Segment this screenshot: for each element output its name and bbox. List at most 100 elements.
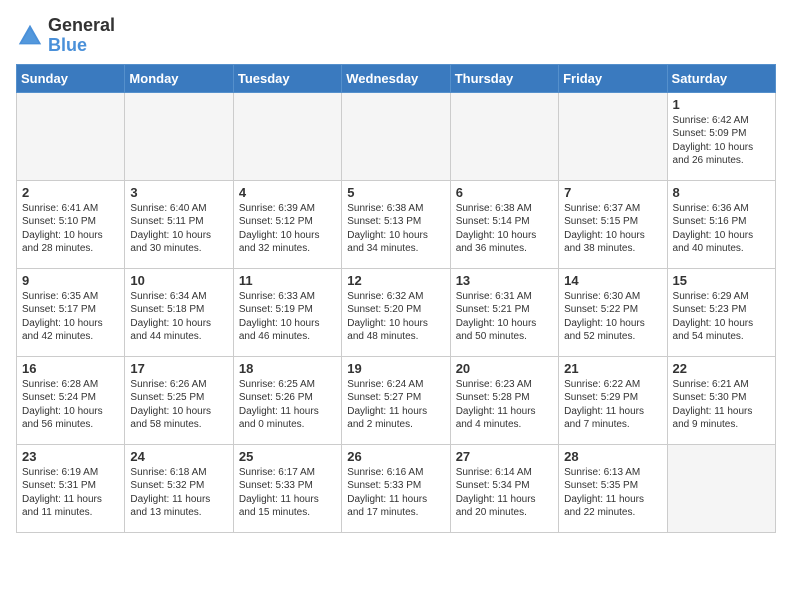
calendar-cell	[17, 92, 125, 180]
day-number: 12	[347, 273, 444, 288]
day-number: 21	[564, 361, 661, 376]
day-info: Sunrise: 6:29 AM Sunset: 5:23 PM Dayligh…	[673, 290, 770, 344]
logo-text: General Blue	[48, 16, 115, 56]
calendar-cell	[559, 92, 667, 180]
weekday-header-friday: Friday	[559, 64, 667, 92]
day-number: 28	[564, 449, 661, 464]
day-number: 18	[239, 361, 336, 376]
calendar-cell: 6 Sunrise: 6:38 AM Sunset: 5:14 PM Daylig…	[450, 180, 558, 268]
weekday-header-tuesday: Tuesday	[233, 64, 341, 92]
calendar-cell	[450, 92, 558, 180]
calendar-cell: 8 Sunrise: 6:36 AM Sunset: 5:16 PM Daylig…	[667, 180, 775, 268]
day-number: 13	[456, 273, 553, 288]
calendar-cell: 19Sunrise: 6:24 AM Sunset: 5:27 PM Dayli…	[342, 356, 450, 444]
day-info: Sunrise: 6:18 AM Sunset: 5:32 PM Dayligh…	[130, 466, 227, 520]
logo: General Blue	[16, 16, 115, 56]
weekday-header-sunday: Sunday	[17, 64, 125, 92]
day-number: 10	[130, 273, 227, 288]
calendar-cell: 13 Sunrise: 6:31 AM Sunset: 5:21 PM Dayli…	[450, 268, 558, 356]
week-row-1: 1Sunrise: 6:42 AM Sunset: 5:09 PM Daylig…	[17, 92, 776, 180]
day-number: 20	[456, 361, 553, 376]
day-number: 23	[22, 449, 119, 464]
weekday-header-wednesday: Wednesday	[342, 64, 450, 92]
week-row-4: 16 Sunrise: 6:28 AM Sunset: 5:24 PM Dayli…	[17, 356, 776, 444]
day-number: 2	[22, 185, 119, 200]
calendar-cell: 12 Sunrise: 6:32 AM Sunset: 5:20 PM Dayli…	[342, 268, 450, 356]
week-row-3: 9Sunrise: 6:35 AM Sunset: 5:17 PM Daylig…	[17, 268, 776, 356]
day-info: Sunrise: 6:32 AM Sunset: 5:20 PM Dayligh…	[347, 290, 444, 344]
calendar-cell	[342, 92, 450, 180]
day-info: Sunrise: 6:31 AM Sunset: 5:21 PM Dayligh…	[456, 290, 553, 344]
day-number: 3	[130, 185, 227, 200]
day-number: 5	[347, 185, 444, 200]
calendar-cell: 2 Sunrise: 6:41 AM Sunset: 5:10 PM Daylig…	[17, 180, 125, 268]
day-number: 4	[239, 185, 336, 200]
day-info: Sunrise: 6:42 AM Sunset: 5:09 PM Dayligh…	[673, 114, 770, 168]
calendar-cell: 24 Sunrise: 6:18 AM Sunset: 5:32 PM Dayli…	[125, 444, 233, 532]
calendar-cell: 10 Sunrise: 6:34 AM Sunset: 5:18 PM Dayli…	[125, 268, 233, 356]
day-info: Sunrise: 6:33 AM Sunset: 5:19 PM Dayligh…	[239, 290, 336, 344]
calendar-cell: 28 Sunrise: 6:13 AM Sunset: 5:35 PM Dayli…	[559, 444, 667, 532]
calendar-cell: 16 Sunrise: 6:28 AM Sunset: 5:24 PM Dayli…	[17, 356, 125, 444]
day-info: Sunrise: 6:40 AM Sunset: 5:11 PM Dayligh…	[130, 202, 227, 256]
calendar-cell	[667, 444, 775, 532]
day-number: 22	[673, 361, 770, 376]
weekday-header-monday: Monday	[125, 64, 233, 92]
page-header: General Blue	[16, 16, 776, 56]
day-info: Sunrise: 6:22 AM Sunset: 5:29 PM Dayligh…	[564, 378, 661, 432]
day-number: 11	[239, 273, 336, 288]
calendar-cell: 17 Sunrise: 6:26 AM Sunset: 5:25 PM Dayli…	[125, 356, 233, 444]
day-info: Sunrise: 6:39 AM Sunset: 5:12 PM Dayligh…	[239, 202, 336, 256]
day-number: 24	[130, 449, 227, 464]
calendar-header-row: SundayMondayTuesdayWednesdayThursdayFrid…	[17, 64, 776, 92]
day-info: Sunrise: 6:38 AM Sunset: 5:13 PM Dayligh…	[347, 202, 444, 256]
day-info: Sunrise: 6:24 AM Sunset: 5:27 PM Dayligh…	[347, 378, 444, 432]
calendar-cell	[125, 92, 233, 180]
day-number: 17	[130, 361, 227, 376]
calendar-cell: 20 Sunrise: 6:23 AM Sunset: 5:28 PM Dayli…	[450, 356, 558, 444]
calendar-cell: 25Sunrise: 6:17 AM Sunset: 5:33 PM Dayli…	[233, 444, 341, 532]
calendar-cell: 7Sunrise: 6:37 AM Sunset: 5:15 PM Daylig…	[559, 180, 667, 268]
weekday-header-thursday: Thursday	[450, 64, 558, 92]
day-info: Sunrise: 6:16 AM Sunset: 5:33 PM Dayligh…	[347, 466, 444, 520]
day-number: 8	[673, 185, 770, 200]
logo-icon	[16, 22, 44, 50]
day-info: Sunrise: 6:19 AM Sunset: 5:31 PM Dayligh…	[22, 466, 119, 520]
day-info: Sunrise: 6:37 AM Sunset: 5:15 PM Dayligh…	[564, 202, 661, 256]
calendar-table: SundayMondayTuesdayWednesdayThursdayFrid…	[16, 64, 776, 533]
calendar-cell: 11 Sunrise: 6:33 AM Sunset: 5:19 PM Dayli…	[233, 268, 341, 356]
weekday-header-saturday: Saturday	[667, 64, 775, 92]
calendar-cell: 23 Sunrise: 6:19 AM Sunset: 5:31 PM Dayli…	[17, 444, 125, 532]
calendar-cell: 21 Sunrise: 6:22 AM Sunset: 5:29 PM Dayli…	[559, 356, 667, 444]
day-info: Sunrise: 6:34 AM Sunset: 5:18 PM Dayligh…	[130, 290, 227, 344]
day-info: Sunrise: 6:17 AM Sunset: 5:33 PM Dayligh…	[239, 466, 336, 520]
calendar-cell: 3 Sunrise: 6:40 AM Sunset: 5:11 PM Daylig…	[125, 180, 233, 268]
day-info: Sunrise: 6:23 AM Sunset: 5:28 PM Dayligh…	[456, 378, 553, 432]
calendar-cell: 15 Sunrise: 6:29 AM Sunset: 5:23 PM Dayli…	[667, 268, 775, 356]
calendar-cell: 1Sunrise: 6:42 AM Sunset: 5:09 PM Daylig…	[667, 92, 775, 180]
week-row-5: 23 Sunrise: 6:19 AM Sunset: 5:31 PM Dayli…	[17, 444, 776, 532]
day-number: 14	[564, 273, 661, 288]
day-info: Sunrise: 6:21 AM Sunset: 5:30 PM Dayligh…	[673, 378, 770, 432]
calendar-cell: 9Sunrise: 6:35 AM Sunset: 5:17 PM Daylig…	[17, 268, 125, 356]
day-number: 6	[456, 185, 553, 200]
week-row-2: 2 Sunrise: 6:41 AM Sunset: 5:10 PM Daylig…	[17, 180, 776, 268]
calendar-cell	[233, 92, 341, 180]
day-number: 16	[22, 361, 119, 376]
day-info: Sunrise: 6:25 AM Sunset: 5:26 PM Dayligh…	[239, 378, 336, 432]
day-info: Sunrise: 6:14 AM Sunset: 5:34 PM Dayligh…	[456, 466, 553, 520]
day-number: 9	[22, 273, 119, 288]
day-number: 27	[456, 449, 553, 464]
day-info: Sunrise: 6:30 AM Sunset: 5:22 PM Dayligh…	[564, 290, 661, 344]
day-number: 26	[347, 449, 444, 464]
day-info: Sunrise: 6:26 AM Sunset: 5:25 PM Dayligh…	[130, 378, 227, 432]
day-info: Sunrise: 6:38 AM Sunset: 5:14 PM Dayligh…	[456, 202, 553, 256]
day-number: 15	[673, 273, 770, 288]
calendar-cell: 4 Sunrise: 6:39 AM Sunset: 5:12 PM Daylig…	[233, 180, 341, 268]
day-info: Sunrise: 6:28 AM Sunset: 5:24 PM Dayligh…	[22, 378, 119, 432]
calendar-cell: 26 Sunrise: 6:16 AM Sunset: 5:33 PM Dayli…	[342, 444, 450, 532]
day-info: Sunrise: 6:41 AM Sunset: 5:10 PM Dayligh…	[22, 202, 119, 256]
calendar-cell: 14 Sunrise: 6:30 AM Sunset: 5:22 PM Dayli…	[559, 268, 667, 356]
day-info: Sunrise: 6:36 AM Sunset: 5:16 PM Dayligh…	[673, 202, 770, 256]
day-info: Sunrise: 6:13 AM Sunset: 5:35 PM Dayligh…	[564, 466, 661, 520]
